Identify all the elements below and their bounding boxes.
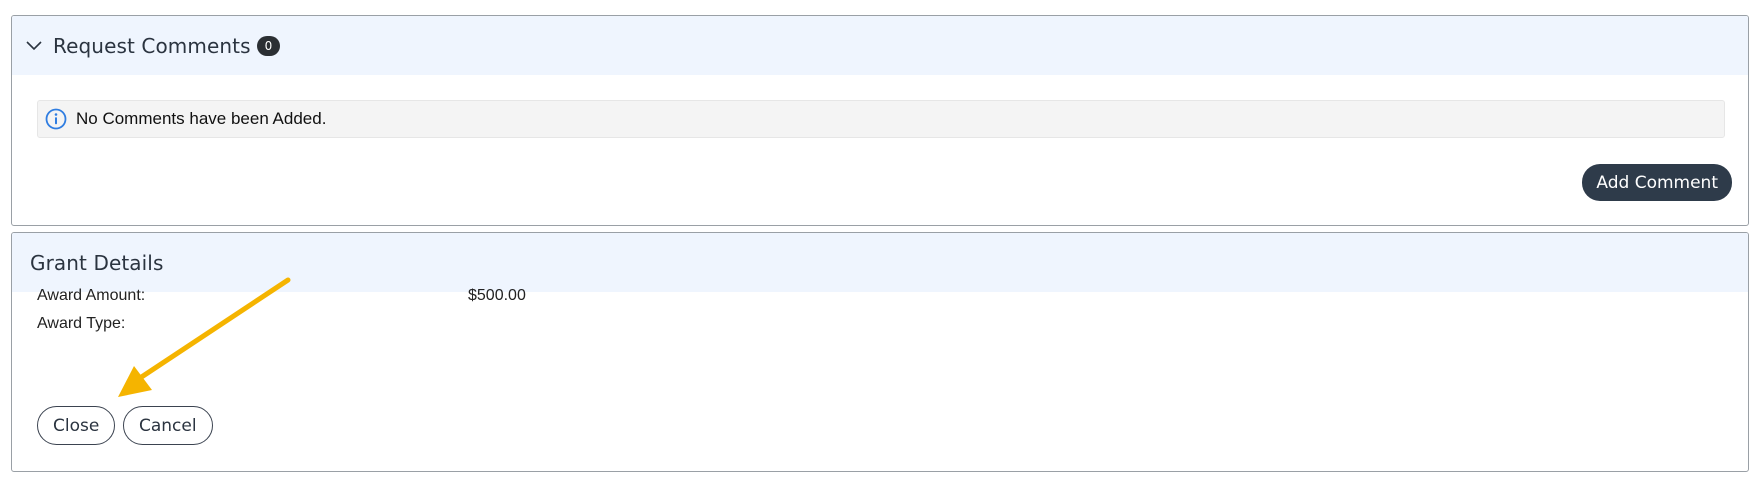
no-comments-alert: No Comments have been Added. (37, 100, 1725, 138)
award-type-label: Award Type: (37, 315, 126, 332)
request-comments-title: Request Comments (53, 33, 251, 58)
grant-details-title: Grant Details (30, 250, 164, 275)
comment-count-badge: 0 (256, 35, 281, 56)
grant-details-header: Grant Details (12, 233, 1748, 292)
request-comments-panel: Request Comments 0 No Comments have been… (11, 15, 1749, 226)
chevron-down-icon[interactable] (24, 36, 44, 56)
no-comments-message: No Comments have been Added. (76, 109, 327, 128)
close-button[interactable]: Close (37, 406, 116, 445)
request-comments-header[interactable]: Request Comments 0 (12, 16, 1748, 75)
add-comment-button[interactable]: Add Comment (1582, 164, 1732, 201)
award-amount-label: Award Amount: (37, 287, 146, 304)
award-amount-value: $500.00 (468, 287, 526, 304)
info-circle-icon (45, 108, 67, 130)
grant-details-panel: Grant Details Award Amount: $500.00 Awar… (11, 232, 1749, 472)
cancel-button[interactable]: Cancel (123, 406, 213, 445)
